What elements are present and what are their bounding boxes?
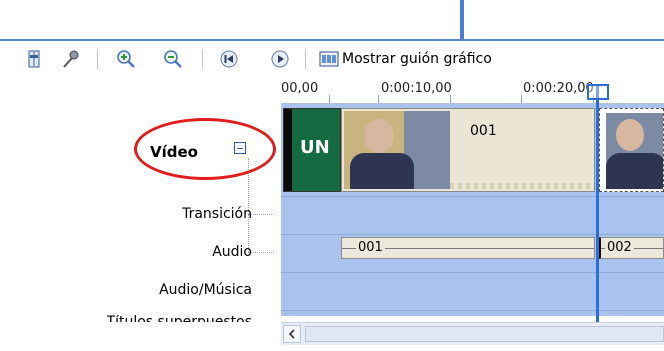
set-audio-levels-icon[interactable] xyxy=(24,49,44,69)
transition-track-label: Transición xyxy=(182,206,252,222)
clip-thumbnail xyxy=(344,111,450,189)
timeline-horizontal-scrollbar[interactable] xyxy=(281,322,664,345)
ruler-tick xyxy=(329,95,330,103)
clip-filmstrip-edge xyxy=(450,183,594,189)
playhead[interactable] xyxy=(596,84,599,322)
narrate-timeline-icon[interactable] xyxy=(61,49,81,69)
audio-track-label: Audio xyxy=(212,244,252,260)
zoom-in-icon[interactable] xyxy=(116,49,136,69)
ruler-tick xyxy=(450,95,451,103)
storyboard-icon[interactable] xyxy=(319,49,339,69)
clip-border xyxy=(284,109,292,191)
audio-clip-001[interactable]: 001 xyxy=(341,237,595,259)
audio-clip-name: 002 xyxy=(605,240,634,255)
audio-music-track-label: Audio/Música xyxy=(159,282,252,298)
title-overlay-track-label: Títulos superpuestos xyxy=(107,315,252,322)
ruler-tick xyxy=(521,95,522,103)
zoom-out-icon[interactable] xyxy=(163,49,183,69)
video-clip-name: 001 xyxy=(470,123,497,139)
thumbnail-body xyxy=(606,153,663,189)
audio-clip-002[interactable]: 002 xyxy=(599,237,664,259)
track-separator xyxy=(281,234,664,235)
toolbar-separator xyxy=(202,49,203,69)
top-playhead-indicator xyxy=(460,0,464,39)
timeline-toolbar: Mostrar guión gráfico xyxy=(0,41,664,75)
ruler-tick xyxy=(378,95,379,103)
audio-clip-name: 001 xyxy=(356,240,385,255)
video-clip-logo[interactable]: UN xyxy=(283,108,341,192)
playhead-handle[interactable] xyxy=(587,84,609,100)
chevron-left-icon xyxy=(288,329,295,339)
play-icon[interactable] xyxy=(270,49,290,69)
scroll-left-button[interactable] xyxy=(283,325,301,343)
toolbar-separator xyxy=(305,49,306,69)
thumbnail-face xyxy=(616,119,644,151)
scroll-thumb[interactable] xyxy=(305,326,664,342)
clip-thumbnail xyxy=(606,113,663,189)
logo-text: UN xyxy=(300,137,330,158)
ruler-label-0: 00,00 xyxy=(281,81,319,96)
highlight-ellipse xyxy=(134,118,276,180)
track-separator xyxy=(281,310,664,311)
video-clip-001[interactable]: 001 xyxy=(341,108,595,192)
timeline-tracks[interactable]: UN 001 001 002 xyxy=(281,104,664,316)
thumbnail-body xyxy=(350,153,414,189)
toolbar-separator xyxy=(97,49,98,69)
rewind-icon[interactable] xyxy=(219,49,239,69)
track-separator xyxy=(281,272,664,273)
track-separator xyxy=(281,196,664,197)
video-clip-next[interactable] xyxy=(599,108,664,192)
ruler-label-20: 0:00:20,00 xyxy=(523,81,594,96)
thumbnail-face xyxy=(364,119,394,153)
ruler-label-10: 0:00:10,00 xyxy=(381,81,452,96)
show-storyboard-button[interactable]: Mostrar guión gráfico xyxy=(342,49,492,69)
